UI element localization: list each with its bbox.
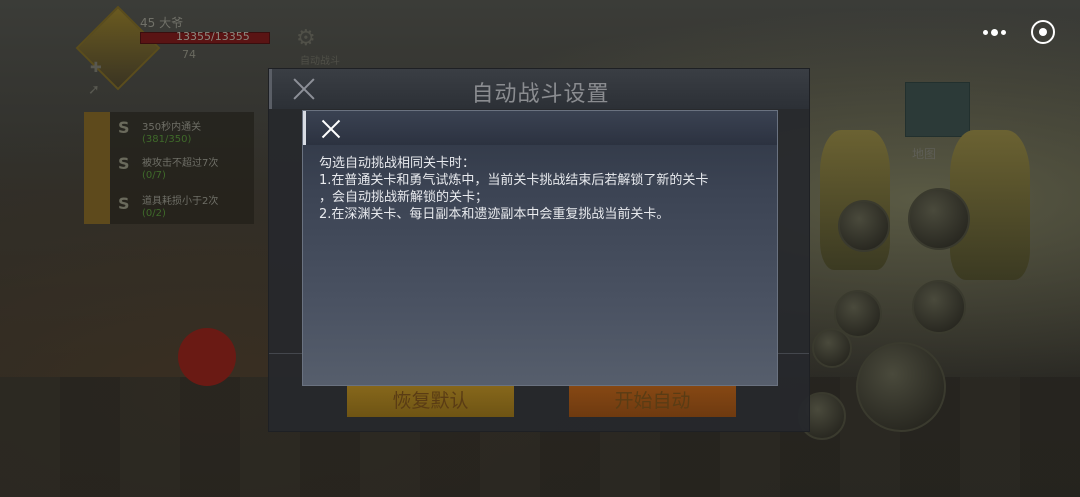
player-level: 45 大爷 bbox=[140, 16, 184, 30]
arrow-icon: ➚ bbox=[88, 82, 100, 98]
minimap[interactable] bbox=[905, 82, 970, 137]
settings-title: 自动战斗设置 bbox=[471, 82, 610, 107]
minimap-label: 地图 bbox=[912, 147, 937, 161]
quest-item: 350秒内通关 (381/350) bbox=[142, 122, 201, 146]
player-hp-text: 13355/13355 bbox=[176, 30, 250, 43]
skill-button[interactable] bbox=[812, 328, 852, 368]
quest-name: 350秒内通关 bbox=[142, 122, 202, 133]
info-close-icon[interactable] bbox=[320, 118, 342, 140]
quest-progress: (381/350) bbox=[142, 134, 192, 145]
info-popup: 勾选自动挑战相同关卡时： 1.在普通关卡和勇气试炼中，当前关卡挑战结束后若解锁了… bbox=[302, 110, 778, 386]
info-text: 勾选自动挑战相同关卡时： 1.在普通关卡和勇气试炼中，当前关卡挑战结束后若解锁了… bbox=[319, 155, 769, 223]
info-line: ，会自动挑战新解锁的关卡； bbox=[319, 190, 489, 205]
buff-icon: ✚ bbox=[90, 60, 102, 76]
quest-item: 被攻击不超过7次 (0/7) bbox=[142, 158, 218, 182]
settings-header: 自动战斗设置 bbox=[269, 69, 809, 109]
skill-button[interactable] bbox=[838, 200, 890, 252]
info-line: 1.在普通关卡和勇气试炼中，当前关卡挑战结束后若解锁了新的关卡 bbox=[319, 173, 709, 188]
restore-default-button[interactable]: 恢复默认 bbox=[347, 381, 514, 417]
quest-progress: (0/7) bbox=[142, 170, 166, 181]
quest-name: 道具耗损小于2次 bbox=[142, 196, 219, 207]
quest-progress: (0/2) bbox=[142, 208, 166, 219]
quest-star-icon: S bbox=[118, 194, 130, 213]
skill-button[interactable] bbox=[912, 280, 966, 334]
info-line: 2.在深渊关卡、每日副本和遗迹副本中会重复挑战当前关卡。 bbox=[319, 207, 670, 222]
quest-panel-stripe bbox=[84, 112, 110, 224]
skill-button[interactable] bbox=[908, 188, 970, 250]
target-close-icon[interactable] bbox=[1031, 20, 1055, 44]
player-power: 74 bbox=[182, 48, 196, 61]
quest-item: 道具耗损小于2次 (0/2) bbox=[142, 196, 218, 220]
more-dots-icon[interactable] bbox=[980, 20, 1008, 44]
attack-fist-button[interactable] bbox=[856, 342, 946, 432]
auto-battle-label: 自动战斗 bbox=[300, 56, 340, 67]
info-line: 勾选自动挑战相同关卡时： bbox=[319, 156, 476, 171]
info-header bbox=[303, 111, 777, 145]
start-auto-button[interactable]: 开始自动 bbox=[569, 381, 736, 417]
quest-star-icon: S bbox=[118, 118, 130, 137]
auto-battle-gear-icon: ⚙ bbox=[296, 26, 316, 51]
quest-star-icon: S bbox=[118, 154, 130, 173]
virtual-joystick[interactable] bbox=[178, 328, 236, 386]
quest-name: 被攻击不超过7次 bbox=[142, 158, 219, 169]
